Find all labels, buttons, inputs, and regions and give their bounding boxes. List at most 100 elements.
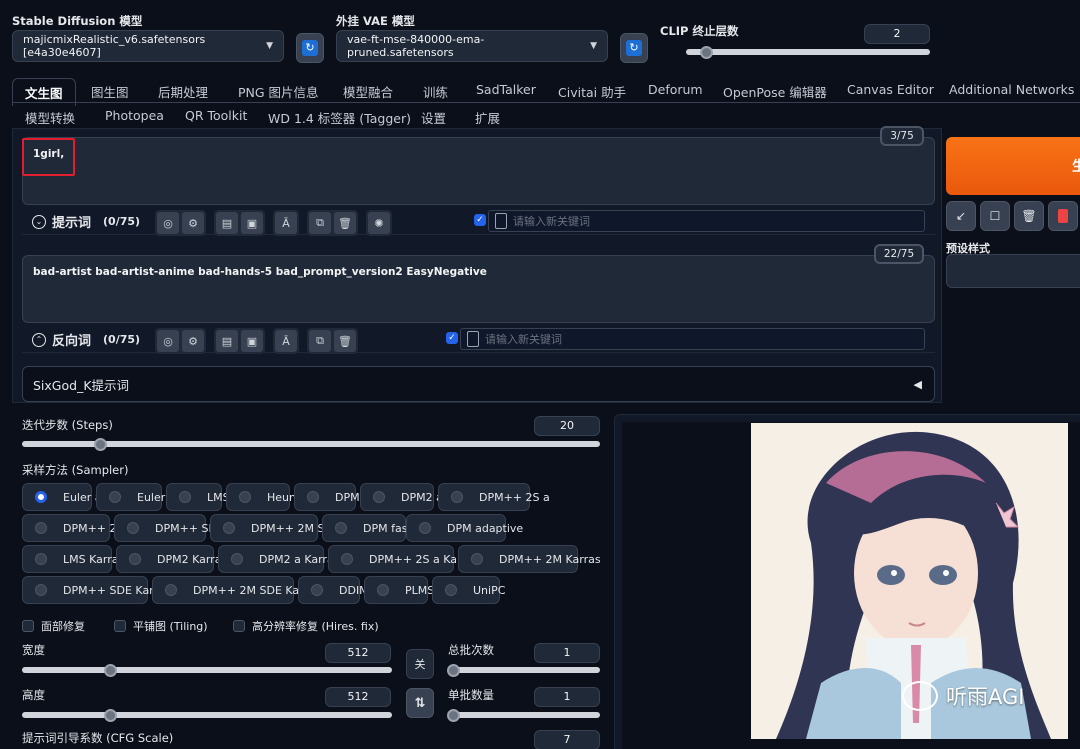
document-icon[interactable]: ▤ bbox=[216, 212, 238, 234]
height-input[interactable]: 512 bbox=[325, 687, 391, 707]
batch-count-input[interactable]: 1 bbox=[534, 643, 600, 663]
globe-icon[interactable]: ◎ bbox=[157, 330, 179, 352]
gear-icon[interactable]: ⚙ bbox=[182, 212, 204, 234]
clipboard-icon[interactable] bbox=[1048, 201, 1078, 231]
tab-10[interactable]: OpenPose 编辑器 bbox=[723, 82, 827, 101]
sampler-option[interactable]: DPM adaptive bbox=[406, 514, 523, 542]
trash-icon[interactable]: 🗑 bbox=[334, 330, 356, 352]
tab-8[interactable]: Civitai 助手 bbox=[558, 82, 626, 101]
square-icon[interactable]: ☐ bbox=[980, 201, 1010, 231]
sampler-option[interactable]: DPM++ SDE Karras bbox=[22, 576, 171, 604]
sixgod-accordion[interactable]: SixGod_K提示词 ◀ bbox=[22, 366, 935, 402]
copy-icon[interactable]: ⧉ bbox=[309, 212, 331, 234]
face-restore-checkbox[interactable] bbox=[22, 620, 34, 632]
negative-section-header[interactable]: ⌃ 反向词 (0/75) bbox=[32, 330, 140, 349]
tab-7[interactable]: SadTalker bbox=[476, 82, 536, 97]
prompt-section-header[interactable]: ⌄ 提示词 (0/75) bbox=[32, 212, 140, 231]
negative-textarea[interactable]: bad-artist bad-artist-anime bad-hands-5 … bbox=[22, 255, 935, 323]
tab-row2-2[interactable]: Photopea bbox=[105, 108, 164, 123]
tab-row2-5[interactable]: 设置 bbox=[421, 108, 446, 127]
copy-icon[interactable]: ⧉ bbox=[309, 330, 331, 352]
trash-icon[interactable]: 🗑 bbox=[334, 212, 356, 234]
height-slider-thumb[interactable] bbox=[104, 709, 117, 722]
sampler-option[interactable]: DPM2 bbox=[294, 483, 367, 511]
text-icon[interactable]: Ā bbox=[275, 212, 297, 234]
sd-model-select[interactable]: majicmixRealistic_v6.safetensors [e4a30e… bbox=[12, 30, 284, 62]
height-slider-track[interactable] bbox=[22, 712, 392, 718]
tab-5[interactable]: 模型融合 bbox=[343, 82, 393, 101]
sampler-option[interactable]: DDIM bbox=[298, 576, 369, 604]
tab-3[interactable]: 后期处理 bbox=[158, 82, 208, 101]
link-toggle-button[interactable]: 关 bbox=[406, 649, 434, 679]
sd-model-refresh-button[interactable]: ↻ bbox=[296, 33, 324, 63]
hires-option[interactable]: 高分辨率修复 (Hires. fix) bbox=[233, 618, 379, 634]
sampler-option[interactable]: DPM2 a bbox=[360, 483, 443, 511]
sampler-option[interactable]: LMS bbox=[166, 483, 230, 511]
clip-value-input[interactable]: 2 bbox=[864, 24, 930, 44]
sampler-option[interactable]: Euler a bbox=[22, 483, 102, 511]
sampler-option[interactable]: DPM++ 2M SDE Karras bbox=[152, 576, 321, 604]
sampler-option[interactable]: UniPC bbox=[432, 576, 505, 604]
steps-input[interactable]: 20 bbox=[534, 416, 600, 436]
vae-refresh-button[interactable]: ↻ bbox=[620, 33, 648, 63]
prompt-textarea[interactable]: 1girl, bbox=[22, 137, 935, 205]
tab-4[interactable]: PNG 图片信息 bbox=[238, 82, 319, 101]
preset-select[interactable] bbox=[946, 254, 1080, 288]
tab-12[interactable]: Additional Networks bbox=[949, 82, 1074, 97]
batch-size-slider-thumb[interactable] bbox=[447, 709, 460, 722]
bookmark-icon[interactable]: ▣ bbox=[241, 212, 263, 234]
negative-keyword-input[interactable]: 请输入新关键词 bbox=[460, 328, 925, 350]
sampler-option[interactable]: DPM++ SDE bbox=[114, 514, 224, 542]
sampler-option[interactable]: DPM++ 2M SDE bbox=[210, 514, 340, 542]
vae-select[interactable]: vae-ft-mse-840000-ema-pruned.safetensors… bbox=[336, 30, 608, 62]
sampler-option[interactable]: PLMS bbox=[364, 576, 434, 604]
tab-11[interactable]: Canvas Editor bbox=[847, 82, 934, 97]
clip-slider-thumb[interactable] bbox=[699, 46, 713, 59]
generate-button[interactable]: 生 bbox=[946, 137, 1080, 195]
tab-row2-1[interactable]: 模型转换 bbox=[25, 108, 75, 127]
tab-row2-4[interactable]: WD 1.4 标签器 (Tagger) bbox=[268, 108, 411, 127]
width-input[interactable]: 512 bbox=[325, 643, 391, 663]
sampler-option[interactable]: LMS Karras bbox=[22, 545, 124, 573]
batch-count-slider-thumb[interactable] bbox=[447, 664, 460, 677]
swap-dimensions-button[interactable]: ⇅ bbox=[406, 688, 434, 718]
openai-icon[interactable]: ✺ bbox=[368, 212, 390, 234]
prompt-keyword-checkbox[interactable]: ✓ bbox=[474, 214, 486, 226]
sampler-option[interactable]: DPM++ 2S a Karras bbox=[328, 545, 478, 573]
prompt-keyword-input[interactable]: 请输入新关键词 bbox=[488, 210, 925, 232]
gear-icon[interactable]: ⚙ bbox=[182, 330, 204, 352]
tiling-option[interactable]: 平铺图 (Tiling) bbox=[114, 618, 208, 634]
negative-keyword-checkbox[interactable]: ✓ bbox=[446, 332, 458, 344]
hires-checkbox[interactable] bbox=[233, 620, 245, 632]
width-slider-track[interactable] bbox=[22, 667, 392, 673]
document-icon[interactable]: ▤ bbox=[216, 330, 238, 352]
sampler-option[interactable]: DPM fast bbox=[322, 514, 412, 542]
clip-slider-track[interactable] bbox=[686, 49, 930, 55]
trash-icon[interactable]: 🗑 bbox=[1014, 201, 1044, 231]
sampler-option[interactable]: DPM2 a Karras bbox=[218, 545, 339, 573]
sampler-option[interactable]: Euler bbox=[96, 483, 165, 511]
arrow-icon[interactable]: ↙ bbox=[946, 201, 976, 231]
face-restore-option[interactable]: 面部修复 bbox=[22, 618, 85, 634]
sampler-option[interactable]: DPM++ 2M Karras bbox=[458, 545, 601, 573]
sampler-option[interactable]: Heun bbox=[226, 483, 296, 511]
batch-size-slider-track[interactable] bbox=[448, 712, 600, 718]
sampler-option[interactable]: DPM2 Karras bbox=[116, 545, 227, 573]
tab-2[interactable]: 图生图 bbox=[91, 82, 129, 101]
batch-size-input[interactable]: 1 bbox=[534, 687, 600, 707]
globe-icon[interactable]: ◎ bbox=[157, 212, 179, 234]
bookmark-icon[interactable]: ▣ bbox=[241, 330, 263, 352]
steps-slider-track[interactable] bbox=[22, 441, 600, 447]
width-slider-thumb[interactable] bbox=[104, 664, 117, 677]
sampler-option[interactable]: DPM++ 2M bbox=[22, 514, 126, 542]
steps-slider-thumb[interactable] bbox=[94, 438, 107, 451]
tab-row2-3[interactable]: QR Toolkit bbox=[185, 108, 247, 123]
tab-9[interactable]: Deforum bbox=[648, 82, 703, 97]
batch-count-slider-track[interactable] bbox=[448, 667, 600, 673]
tab-6[interactable]: 训练 bbox=[423, 82, 448, 101]
cfg-input[interactable]: 7 bbox=[534, 730, 600, 749]
tab-row2-6[interactable]: 扩展 bbox=[475, 108, 500, 127]
tiling-checkbox[interactable] bbox=[114, 620, 126, 632]
sampler-option[interactable]: DPM++ 2S a bbox=[438, 483, 550, 511]
text-icon[interactable]: Ā bbox=[275, 330, 297, 352]
